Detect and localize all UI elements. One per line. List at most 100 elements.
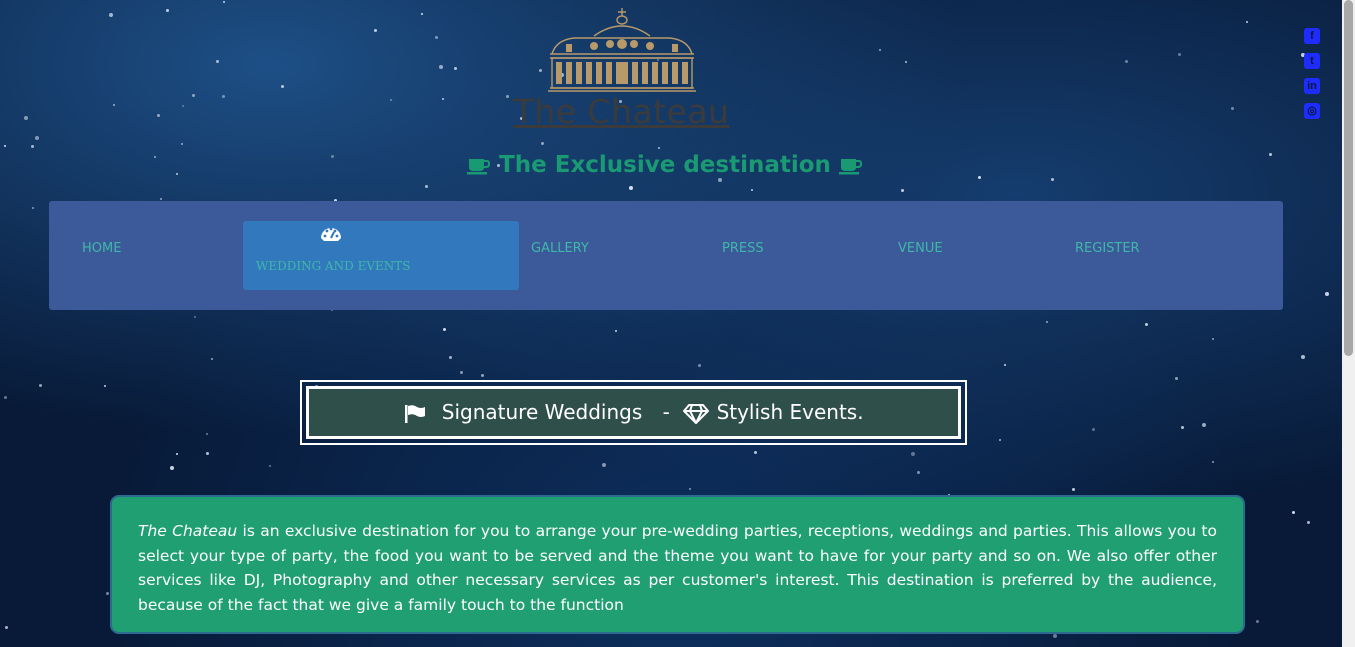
star [602,463,606,467]
intro-description: The Chateau is an exclusive destination … [110,495,1245,634]
star [460,371,463,374]
main-nav: HOME WEDDING AND EVENTS GALLERY PRESS VE… [49,201,1283,310]
star [1004,364,1006,366]
star [541,142,544,145]
star [905,61,907,63]
star [32,207,34,209]
star [1125,60,1128,63]
star [1256,620,1259,623]
star [1051,178,1054,181]
star [106,592,109,595]
star [1181,426,1184,429]
star [4,145,6,147]
star [1178,53,1181,56]
star [1212,338,1214,340]
star [166,9,169,12]
star [39,384,42,387]
star [211,358,213,360]
star [754,451,757,454]
nav-item-wedding-and-events[interactable]: WEDDING AND EVENTS [243,221,519,290]
star [1325,292,1329,296]
nav-item-register[interactable]: REGISTER [1075,241,1140,256]
star [181,143,183,145]
star [539,69,542,72]
star [911,452,915,456]
star [4,396,7,399]
star [170,466,174,470]
star [481,374,484,377]
facebook-icon[interactable]: f [1304,28,1320,44]
linkedin-icon[interactable]: in [1304,78,1320,94]
star [439,65,443,69]
star [901,189,904,192]
brand-title-link[interactable]: The Chateau [0,92,1243,131]
star [454,67,457,70]
star [216,60,219,63]
star [449,356,452,359]
star [109,13,113,17]
nav-item-home[interactable]: HOME [82,241,121,256]
star [1292,511,1295,514]
star [435,36,438,39]
star [1092,428,1095,431]
scrollbar-thumb[interactable] [1344,0,1353,356]
nav-item-gallery[interactable]: GALLERY [531,241,589,256]
instagram-icon[interactable]: ◎ [1304,103,1320,119]
chateau-logo [548,8,696,92]
star [1072,488,1075,491]
star [35,136,39,140]
nav-item-venue[interactable]: VENUE [898,241,943,256]
star [629,186,633,190]
star [206,433,208,435]
intro-brand: The Chateau [138,522,238,540]
star [615,330,617,332]
star [1202,423,1206,427]
star [917,471,920,474]
tagline-text: The Exclusive destination [499,152,831,178]
dashboard-gauge-icon [321,227,341,241]
banner-separator: - [662,400,670,424]
star [223,1,225,3]
star [206,452,209,455]
twitter-icon[interactable]: t [1304,53,1320,69]
banner-text-events: Stylish Events. [716,400,864,424]
star [5,626,8,629]
star [999,439,1001,441]
star [1053,634,1057,638]
star [1246,21,1248,23]
star [160,198,162,200]
tagline: The Exclusive destination [0,152,1330,178]
star [374,29,377,32]
star [689,488,691,490]
diamond-icon [683,403,710,424]
banner-text-weddings: Signature Weddings [441,400,643,424]
star [31,145,34,148]
star [281,85,284,88]
star [1301,355,1305,359]
social-links: f t in ◎ [1304,28,1322,128]
star [1307,521,1310,524]
star [658,147,660,149]
nav-item-label: WEDDING AND EVENTS [256,259,411,273]
star [421,13,423,15]
star [718,178,722,182]
star [194,316,196,318]
star [1046,321,1048,323]
star [269,465,271,467]
star [698,364,701,367]
signature-banner: Signature Weddings - Stylish Events. [306,386,961,439]
star [879,49,881,51]
coffee-cup-icon [467,158,491,174]
star [1175,377,1178,380]
nav-item-press[interactable]: PRESS [722,241,764,256]
star [425,185,428,188]
star [751,189,753,191]
intro-text: is an exclusive destination for you to a… [138,522,1217,614]
star [443,328,446,331]
star [176,453,178,455]
star [1212,461,1214,463]
flag-icon [405,404,426,423]
coffee-cup-icon [838,158,862,174]
star [104,385,106,387]
star [1145,323,1148,326]
